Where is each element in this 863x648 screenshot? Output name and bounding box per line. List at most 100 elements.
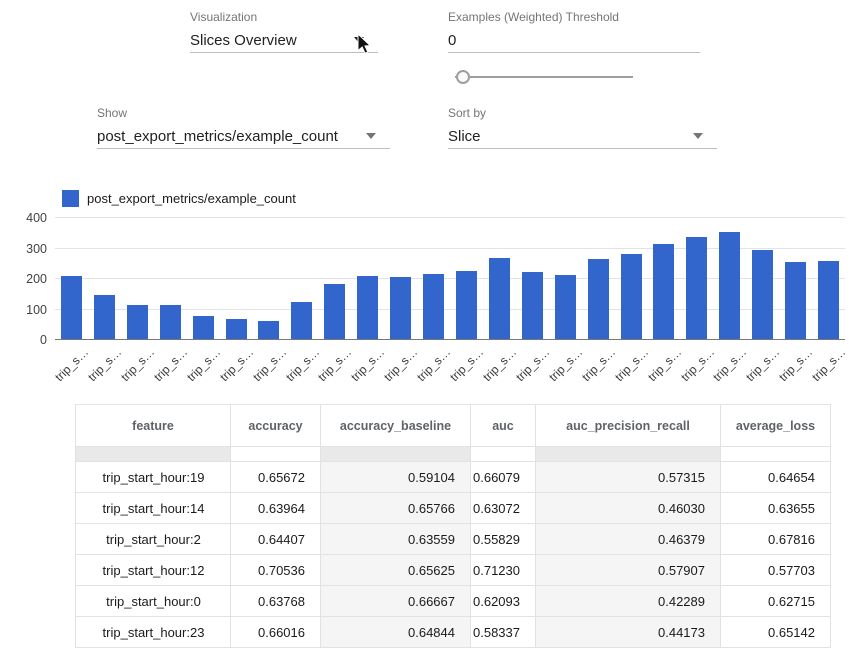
table-cell: 0.42289 — [536, 586, 721, 617]
table-cell: 0.46030 — [536, 493, 721, 524]
table-cell: 0.66016 — [231, 617, 321, 648]
bar[interactable] — [193, 316, 214, 339]
threshold-label: Examples (Weighted) Threshold — [448, 10, 700, 24]
table-row[interactable]: trip_start_hour:20.644070.635590.558290.… — [76, 524, 831, 555]
table-cell: 0.57907 — [536, 555, 721, 586]
table-row[interactable]: trip_start_hour:00.637680.666670.620930.… — [76, 586, 831, 617]
bar[interactable] — [456, 271, 477, 339]
table-cell: trip_start_hour:0 — [76, 586, 231, 617]
bar[interactable] — [423, 274, 444, 339]
slider-track[interactable] — [455, 76, 633, 78]
filter-cell — [471, 447, 536, 462]
bar[interactable] — [357, 276, 378, 339]
table-cell: 0.63072 — [471, 493, 536, 524]
bar[interactable] — [621, 254, 642, 339]
bar[interactable] — [818, 261, 839, 339]
filter-cell — [231, 447, 321, 462]
column-header-auc[interactable]: auc — [471, 405, 536, 447]
table-row[interactable]: trip_start_hour:140.639640.657660.630720… — [76, 493, 831, 524]
chevron-down-icon[interactable] — [366, 133, 376, 139]
bar[interactable] — [653, 244, 674, 339]
visualization-label: Visualization — [190, 10, 378, 24]
y-axis-tick-label: 200 — [7, 271, 47, 287]
column-header-average_loss[interactable]: average_loss — [721, 405, 831, 447]
y-axis-tick-label: 0 — [7, 332, 47, 348]
table-cell: 0.57315 — [536, 462, 721, 493]
table-row[interactable]: trip_start_hour:230.660160.648440.583370… — [76, 617, 831, 648]
show-select[interactable]: post_export_metrics/example_count — [97, 124, 390, 149]
column-header-accuracy[interactable]: accuracy — [231, 405, 321, 447]
x-axis-line — [55, 339, 845, 340]
chevron-down-icon[interactable] — [693, 133, 703, 139]
table-cell: 0.66079 — [471, 462, 536, 493]
table-cell: 0.67816 — [721, 524, 831, 555]
slider-thumb[interactable] — [456, 70, 470, 84]
x-axis-tick-label: trip_s… — [711, 345, 750, 384]
bar[interactable] — [785, 262, 806, 339]
bar[interactable] — [390, 277, 411, 339]
chevron-down-icon[interactable] — [354, 37, 364, 43]
bar[interactable] — [127, 305, 148, 339]
column-header-accuracy_baseline[interactable]: accuracy_baseline — [321, 405, 471, 447]
bar[interactable] — [489, 258, 510, 339]
x-axis-tick-label: trip_s… — [743, 345, 782, 384]
table-cell: 0.59104 — [321, 462, 471, 493]
bar[interactable] — [555, 275, 576, 339]
table-cell: 0.65625 — [321, 555, 471, 586]
x-axis-tick-label: trip_s… — [579, 345, 618, 384]
x-axis-tick-label: trip_s… — [118, 345, 157, 384]
table-cell: 0.46379 — [536, 524, 721, 555]
visualization-value: Slices Overview — [190, 32, 297, 49]
bar[interactable] — [588, 259, 609, 339]
bar[interactable] — [291, 302, 312, 339]
metrics-table: featureaccuracyaccuracy_baselineaucauc_p… — [75, 404, 832, 648]
bar[interactable] — [258, 321, 279, 339]
bar[interactable] — [686, 237, 707, 339]
table-cell: 0.64844 — [321, 617, 471, 648]
table-cell: trip_start_hour:19 — [76, 462, 231, 493]
table-cell: 0.63964 — [231, 493, 321, 524]
bar[interactable] — [522, 272, 543, 339]
bar[interactable] — [160, 305, 181, 339]
table-cell: 0.70536 — [231, 555, 321, 586]
x-axis-tick-label: trip_s… — [85, 345, 124, 384]
table-cell: 0.63559 — [321, 524, 471, 555]
sort-by-label: Sort by — [448, 106, 717, 120]
column-header-feature[interactable]: feature — [76, 405, 231, 447]
x-axis-tick-label: trip_s… — [645, 345, 684, 384]
column-header-auc_precision_recall[interactable]: auc_precision_recall — [536, 405, 721, 447]
x-axis-tick-label: trip_s… — [151, 345, 190, 384]
y-axis-tick-label: 300 — [7, 241, 47, 257]
x-axis-tick-label: trip_s… — [381, 345, 420, 384]
filter-cell — [76, 447, 231, 462]
threshold-input[interactable]: 0 — [448, 28, 700, 53]
table-row[interactable]: trip_start_hour:190.656720.591040.660790… — [76, 462, 831, 493]
table-row[interactable]: trip_start_hour:120.705360.656250.712300… — [76, 555, 831, 586]
threshold-slider[interactable] — [455, 70, 633, 84]
x-axis-tick-label: trip_s… — [250, 345, 289, 384]
bar[interactable] — [226, 319, 247, 339]
table-cell: 0.63655 — [721, 493, 831, 524]
x-axis-tick-label: trip_s… — [776, 345, 815, 384]
table-cell: 0.65766 — [321, 493, 471, 524]
sort-by-value: Slice — [448, 128, 481, 145]
bar[interactable] — [752, 250, 773, 339]
x-axis-tick-label: trip_s… — [678, 345, 717, 384]
sort-by-select[interactable]: Slice — [448, 124, 717, 149]
bar[interactable] — [94, 295, 115, 339]
x-axis-tick-label: trip_s… — [217, 345, 256, 384]
table-cell: trip_start_hour:14 — [76, 493, 231, 524]
y-axis-tick-label: 100 — [7, 302, 47, 318]
table-filter-row — [76, 447, 831, 462]
table-cell: 0.62715 — [721, 586, 831, 617]
visualization-select[interactable]: Slices Overview — [190, 28, 378, 53]
table-cell: 0.65142 — [721, 617, 831, 648]
x-axis-tick-label: trip_s… — [447, 345, 486, 384]
table-cell: trip_start_hour:23 — [76, 617, 231, 648]
table-header-row: featureaccuracyaccuracy_baselineaucauc_p… — [76, 405, 831, 447]
x-axis-tick-label: trip_s… — [612, 345, 651, 384]
x-axis-tick-label: trip_s… — [480, 345, 519, 384]
bar[interactable] — [719, 232, 740, 339]
bar[interactable] — [61, 276, 82, 339]
bar[interactable] — [324, 284, 345, 339]
